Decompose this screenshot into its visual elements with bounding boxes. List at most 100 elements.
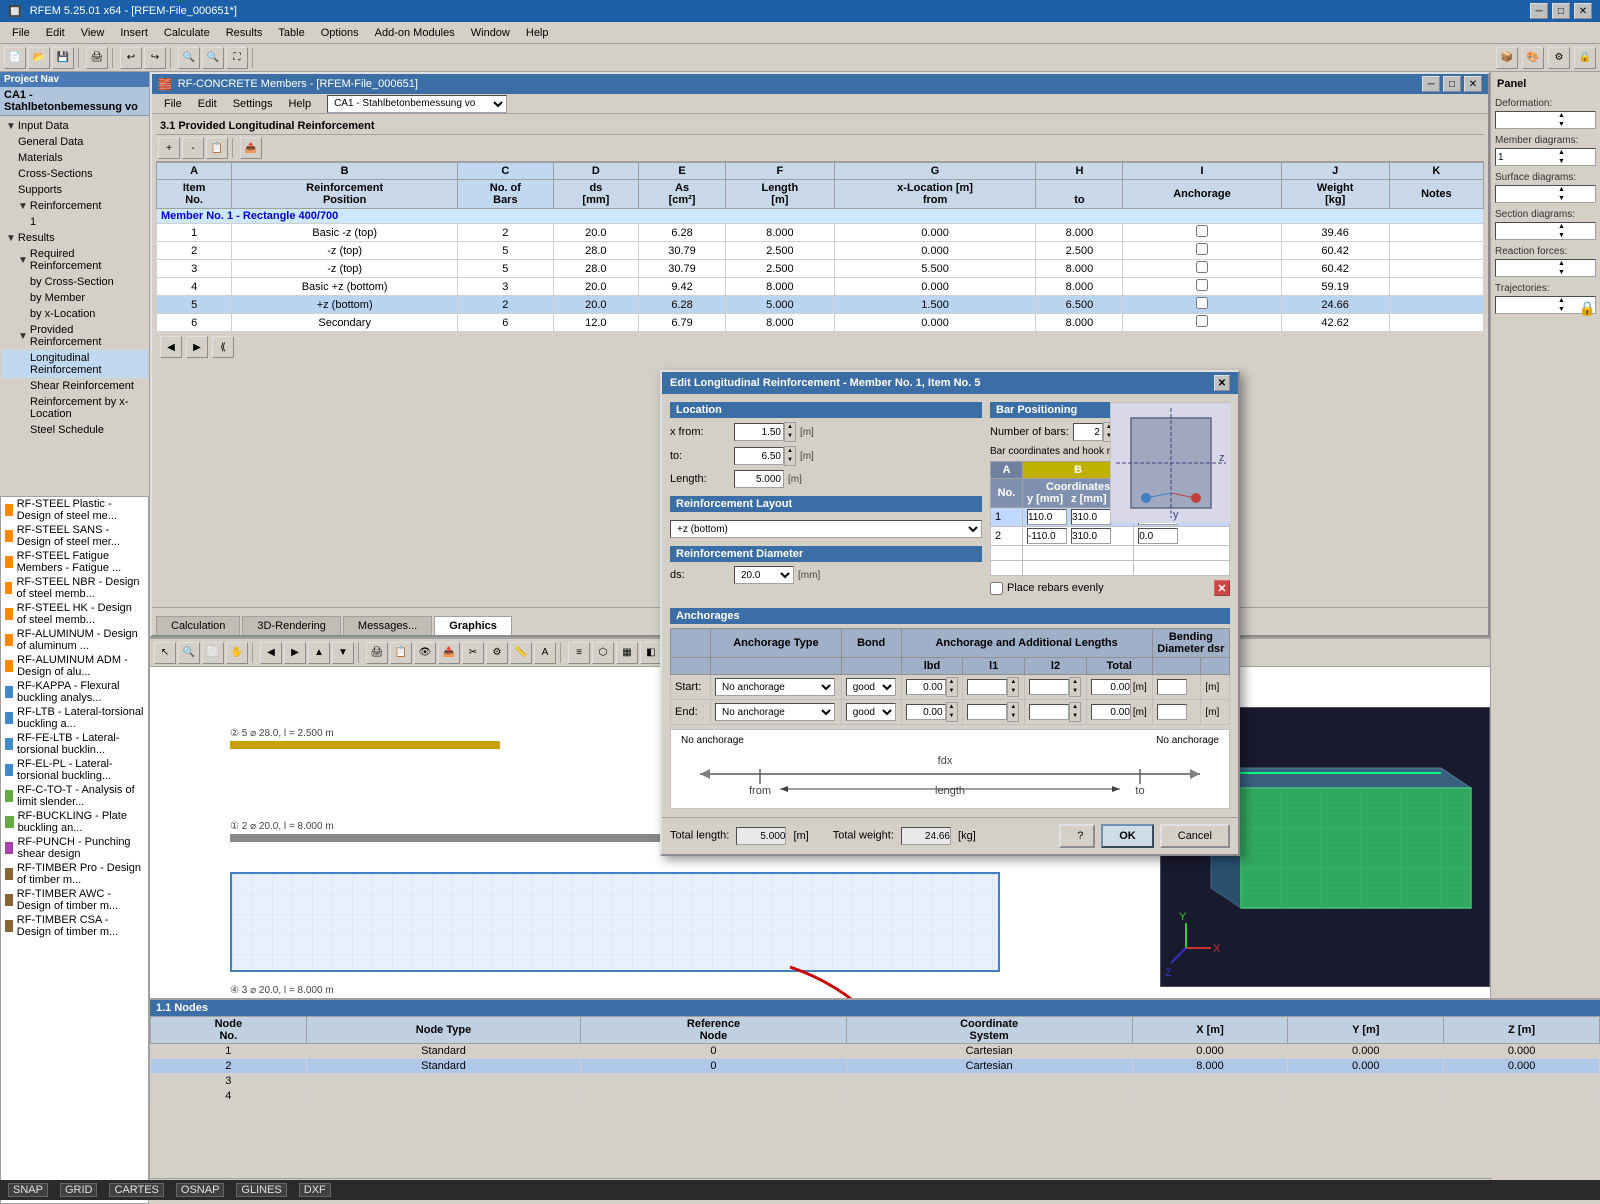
bar2-beta[interactable] (1138, 528, 1178, 544)
start-l1-spinner[interactable]: ▲ ▼ (967, 677, 1020, 697)
tree-required-reinforcement[interactable]: ▼ Required Reinforcement (2, 246, 147, 274)
tree-supports[interactable]: Supports (2, 182, 147, 198)
end-l2-spinner[interactable]: ▲ ▼ (1029, 702, 1082, 722)
toolbar-zoom-in[interactable]: 🔍 (178, 47, 200, 69)
tree-by-x-location[interactable]: by x-Location (2, 306, 147, 322)
osnap-indicator[interactable]: OSNAP (176, 1183, 225, 1197)
anchor-check-4[interactable] (1196, 279, 1208, 291)
to-spinner[interactable]: ▲ ▼ (734, 446, 796, 466)
x-from-spinner[interactable]: ▲ ▼ (734, 422, 796, 442)
module-timber-csa[interactable]: RF-TIMBER CSA - Design of timber m... (1, 913, 148, 939)
bar1-z[interactable] (1071, 509, 1111, 525)
menu-edit[interactable]: Edit (38, 25, 73, 41)
gfx-more1[interactable]: ≡ (568, 642, 590, 664)
gfx-more3[interactable]: ▦ (616, 642, 638, 664)
anchor-check-3[interactable] (1196, 261, 1208, 273)
bar2-y[interactable] (1027, 528, 1067, 544)
start-l2-spinner[interactable]: ▲ ▼ (1029, 677, 1082, 697)
anchor-check-5[interactable] (1196, 297, 1208, 309)
module-ltb[interactable]: RF-LTB - Lateral-torsional buckling a... (1, 705, 148, 731)
gfx-zoom[interactable]: 🔍 (178, 642, 200, 664)
gfx-zoom-rect[interactable]: ⬜ (202, 642, 224, 664)
table-row[interactable]: 3 -z (top) 5 28.0 30.79 2.500 5.500 8.00… (157, 260, 1484, 278)
menu-results[interactable]: Results (218, 25, 271, 41)
toolbar-3d-view[interactable]: 📦 (1496, 47, 1518, 69)
tree-longitudinal[interactable]: Longitudinal Reinforcement (2, 350, 147, 378)
gfx-print[interactable]: 🖨 (366, 642, 388, 664)
tree-materials[interactable]: Materials (2, 150, 147, 166)
menu-addons[interactable]: Add-on Modules (367, 25, 463, 41)
menu-help[interactable]: Help (518, 25, 557, 41)
module-c-to-t[interactable]: RF-C-TO-T - Analysis of limit slender... (1, 783, 148, 809)
ds-select[interactable]: 20.0 (734, 566, 794, 584)
gfx-more2[interactable]: ⬡ (592, 642, 614, 664)
end-l1-spinner[interactable]: ▲ ▼ (967, 702, 1020, 722)
node-row[interactable]: 1 Standard 0 Cartesian 0.000 0.000 0.000 (151, 1044, 1491, 1059)
length-spinner[interactable] (734, 470, 784, 488)
snap-indicator[interactable]: SNAP (8, 1183, 48, 1197)
tree-input-data[interactable]: ▼ Input Data (2, 118, 147, 134)
minimize-button[interactable]: ─ (1530, 3, 1548, 19)
gfx-move-right[interactable]: ▶ (284, 642, 306, 664)
bar1-y[interactable] (1027, 509, 1067, 525)
tab-graphics[interactable]: Graphics (434, 616, 512, 635)
gfx-scissors[interactable]: ✂ (462, 642, 484, 664)
module-aluminum[interactable]: RF-ALUMINUM - Design of aluminum ... (1, 627, 148, 653)
toolbar-settings[interactable]: ⚙ (1548, 47, 1570, 69)
node-row[interactable]: 4 (151, 1089, 1491, 1104)
tab-calculation[interactable]: Calculation (156, 616, 240, 635)
end-anchorage-type[interactable]: No anchorage (715, 703, 835, 721)
modal-close-button[interactable]: ✕ (1214, 375, 1230, 391)
start-anchorage-type[interactable]: No anchorage (715, 678, 835, 696)
delete-button[interactable]: ✕ (1214, 580, 1230, 596)
module-fe-ltb[interactable]: RF-FE-LTB - Lateral-torsional bucklin... (1, 731, 148, 757)
menu-table[interactable]: Table (270, 25, 312, 41)
node-row[interactable]: 3 (151, 1074, 1491, 1089)
toolbar-zoom-out[interactable]: 🔍 (202, 47, 224, 69)
sub-maximize-btn[interactable]: □ (1443, 76, 1461, 92)
toolbar-print[interactable]: 🖨 (86, 47, 108, 69)
bar2-z[interactable] (1071, 528, 1111, 544)
cartes-indicator[interactable]: CARTES (109, 1183, 163, 1197)
toolbar-new[interactable]: 📄 (4, 47, 26, 69)
end-bond[interactable]: good (846, 703, 896, 721)
tree-cross-sections[interactable]: Cross-Sections (2, 166, 147, 182)
menu-options[interactable]: Options (313, 25, 367, 41)
menu-file[interactable]: File (4, 25, 38, 41)
module-buckling[interactable]: RF-BUCKLING - Plate buckling an... (1, 809, 148, 835)
gfx-more4[interactable]: ◧ (640, 642, 662, 664)
module-steel-sans[interactable]: RF-STEEL SANS - Design of steel mer... (1, 523, 148, 549)
reaction-forces-spinner[interactable]: ▲ ▼ (1495, 259, 1596, 277)
tree-reinforcement-1[interactable]: 1 (2, 214, 147, 230)
num-bars-spinner[interactable]: ▲ ▼ (1073, 422, 1115, 442)
tree-steel-schedule[interactable]: Steel Schedule (2, 422, 147, 438)
gfx-text[interactable]: A (534, 642, 556, 664)
anchor-check-2[interactable] (1196, 243, 1208, 255)
maximize-button[interactable]: □ (1552, 3, 1570, 19)
menu-view[interactable]: View (73, 25, 113, 41)
tree-reinforcement[interactable]: ▼ Reinforcement (2, 198, 147, 214)
sub-menu-file[interactable]: File (156, 96, 190, 112)
table-row[interactable]: 4 Basic +z (bottom) 3 20.0 9.42 8.000 0.… (157, 278, 1484, 296)
tree-provided-reinforcement[interactable]: ▼ Provided Reinforcement (2, 322, 147, 350)
module-steel-fatigue[interactable]: RF-STEEL Fatigue Members - Fatigue ... (1, 549, 148, 575)
tab-messages[interactable]: Messages... (343, 616, 432, 635)
menu-window[interactable]: Window (463, 25, 518, 41)
tree-shear[interactable]: Shear Reinforcement (2, 378, 147, 394)
tree-results[interactable]: ▼ Results (2, 230, 147, 246)
table-btn-add[interactable]: + (158, 137, 180, 159)
reinf-layout-select[interactable]: +z (bottom) (670, 520, 982, 538)
tree-by-cross-section[interactable]: by Cross-Section (2, 274, 147, 290)
gfx-copy[interactable]: 📋 (390, 642, 412, 664)
toolbar-save[interactable]: 💾 (52, 47, 74, 69)
table-btn-copy[interactable]: 📋 (206, 137, 228, 159)
sub-menu-help[interactable]: Help (280, 96, 319, 112)
toolbar-render[interactable]: 🎨 (1522, 47, 1544, 69)
tree-general-data[interactable]: General Data (2, 134, 147, 150)
module-el-pl[interactable]: RF-EL-PL - Lateral-torsional buckling... (1, 757, 148, 783)
gfx-pan[interactable]: ✋ (226, 642, 248, 664)
tree-reinf-x-loc[interactable]: Reinforcement by x-Location (2, 394, 147, 422)
gfx-move-down[interactable]: ▼ (332, 642, 354, 664)
end-bending-diam[interactable] (1157, 704, 1197, 720)
anchor-check-1[interactable] (1196, 225, 1208, 237)
